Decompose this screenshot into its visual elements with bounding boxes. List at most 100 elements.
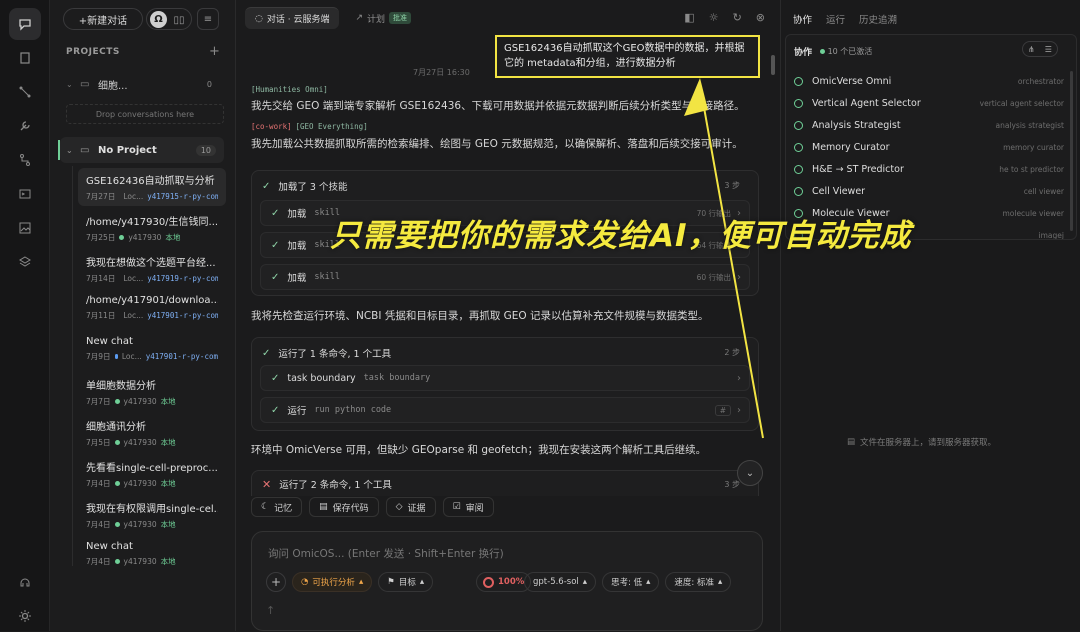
chat-icon[interactable] (9, 8, 41, 40)
mode-selector[interactable]: ◔ 可执行分析 ▴ (292, 572, 373, 592)
chevron-right-icon: › (737, 404, 741, 416)
new-chat-button[interactable]: +新建对话 (63, 8, 143, 30)
project-name: No Project (98, 144, 157, 156)
conversation-item[interactable]: 我现在有权限调用single-cel... 7月4日 y417930 本地 (78, 496, 226, 534)
agent-id: imagej (1038, 230, 1064, 240)
add-attachment-button[interactable]: + (266, 572, 286, 592)
add-project-icon[interactable]: + (209, 44, 220, 59)
conversation-item[interactable]: 细胞通讯分析 7月5日 y417930 本地 (78, 414, 226, 452)
close-icon[interactable]: ⊗ (756, 11, 765, 24)
agent-name: Vertical Agent Selector (812, 97, 921, 109)
tab-plan-label: 计划 (367, 14, 386, 25)
conversation-item[interactable]: /home/y417930/生信钱同... 7月25日 y417930 本地 (78, 209, 226, 247)
agent-status-icon (794, 186, 803, 196)
conversation-item[interactable]: 我现在想做这个选题平台经... 7月14日 Loc... y417919-r-py-… (78, 250, 226, 288)
conversation-item[interactable]: GSE162436自动抓取与分析 7月27日 Loc... y417915-r-py… (78, 168, 226, 206)
tool-row[interactable]: ✓ task boundary task boundary › (260, 365, 750, 391)
tab-run[interactable]: 运行 (826, 12, 845, 26)
tab-plan[interactable]: ↗ 计划 批准 (345, 7, 421, 29)
agent-item[interactable]: OmicVerse Omni orchestrator (794, 72, 1064, 90)
commands-card[interactable]: ✕ 运行了 2 条命令, 1 个工具 3 步 (251, 470, 759, 496)
settings-icon[interactable] (9, 600, 41, 632)
drop-zone[interactable]: Drop conversations here (66, 104, 224, 124)
omics-icon[interactable]: Ω (150, 11, 167, 28)
memory-button[interactable]: ☾ 记忆 (251, 497, 303, 517)
tab-collab[interactable]: 协作 (793, 12, 812, 26)
view-toggle[interactable]: Ω ▯▯ (146, 8, 192, 30)
message-input[interactable]: 询问 OmicOS... (Enter 发送 · Shift+Enter 换行) (268, 546, 504, 561)
conversation-title: GSE162436自动抓取与分析 (86, 176, 215, 187)
row-label: task boundary (287, 372, 356, 384)
agent-tag: [Humanities Omni] (251, 85, 328, 94)
wrench-icon[interactable] (9, 110, 41, 142)
project-no-project[interactable]: ⌄ ▭ No Project 10 (60, 137, 224, 163)
conversation-date: 7月11日 (86, 311, 116, 320)
agent-id: analysis strategist (995, 120, 1064, 130)
speed-label: 速度: 标准 (674, 578, 714, 588)
composer[interactable]: 询问 OmicOS... (Enter 发送 · Shift+Enter 换行)… (251, 531, 763, 631)
agent-item[interactable]: Memory Curator memory curator (794, 138, 1064, 156)
folder-icon: ▭ (80, 144, 90, 156)
send-arrow-icon[interactable]: ↑ (266, 604, 275, 617)
card-title: 运行了 1 条命令, 1 个工具 (278, 349, 392, 360)
conversation-item[interactable]: New chat 7月4日 y417930 本地 (78, 537, 226, 575)
agent-item[interactable]: Analysis Strategist analysis strategist (794, 116, 1064, 134)
branch-icon[interactable] (9, 144, 41, 176)
conversation-title: New chat (86, 541, 133, 552)
panel-title: 协作 (794, 48, 813, 58)
chat-scrollbar[interactable] (771, 55, 775, 75)
chevron-right-icon: › (737, 372, 741, 384)
save-code-button[interactable]: ▤ 保存代码 (309, 497, 379, 517)
project-group[interactable]: ⌄ ▭ 细胞... 0 (66, 73, 224, 95)
tool-row[interactable]: ✓ 运行 run python code # › (260, 397, 750, 423)
speed-selector[interactable]: 速度: 标准 ▴ (665, 572, 732, 592)
conversation-branch: 本地 (165, 233, 181, 242)
terminal-icon[interactable] (9, 178, 41, 210)
agent-list-scrollbar[interactable] (1070, 71, 1073, 231)
graph-icon[interactable] (9, 76, 41, 108)
tab-history[interactable]: 历史追溯 (859, 12, 897, 26)
headset-icon[interactable] (9, 566, 41, 598)
conversation-title: 细胞通讯分析 (86, 422, 146, 433)
message-text: 我将先检查运行环境、NCBI 凭据和目标目录，再抓取 GEO 记录以估算补充文件… (251, 310, 709, 322)
sun-icon[interactable]: ☼ (709, 11, 719, 24)
agent-item[interactable]: H&E → ST Predictor he to st predictor (794, 160, 1064, 178)
list-view-icon[interactable]: ☰ (1045, 45, 1052, 54)
filter-icon[interactable]: ≡ (197, 8, 219, 30)
think-selector[interactable]: 思考: 低 ▴ (602, 572, 660, 592)
context-usage[interactable]: 100% (476, 572, 532, 592)
mode-label: 可执行分析 (312, 578, 355, 588)
empty-text: 文件在服务器上，请到服务器获取。 (860, 438, 997, 448)
server-icon: ▤ (847, 437, 856, 447)
card-title: 加载了 3 个技能 (278, 182, 348, 193)
document-icon[interactable] (9, 42, 41, 74)
view-mode-toggle[interactable]: ⋔ ☰ (1022, 41, 1058, 57)
refresh-icon[interactable]: ↻ (733, 11, 742, 24)
conversation-item[interactable]: New chat 7月9日 Loc... y417901-r-py-com (78, 332, 226, 370)
graph-view-icon[interactable]: ⋔ (1028, 45, 1035, 54)
chat-icon: ◌ (255, 13, 263, 24)
layers-icon[interactable] (9, 246, 41, 278)
skill-row[interactable]: ✓ 加载 skill 60 行输出 › (260, 264, 750, 290)
conversation-item[interactable]: 先看看single-cell-preproc... 7月4日 y417930 本地 (78, 455, 226, 493)
evidence-button[interactable]: ◇ 证据 (385, 497, 436, 517)
model-selector[interactable]: gpt-5.6-sol ▴ (524, 572, 597, 592)
conversation-branch: y417919-r-py-com (147, 274, 218, 283)
image-icon[interactable] (9, 212, 41, 244)
scroll-down-button[interactable]: ⌄ (737, 460, 763, 486)
commands-card[interactable]: ✓ 运行了 1 条命令, 1 个工具 2 步 ✓ task boundary ta… (251, 337, 759, 431)
agent-id: orchestrator (1017, 76, 1064, 86)
target-selector[interactable]: ⚑ 目标 ▴ (378, 572, 434, 592)
book-icon[interactable]: ▯▯ (171, 12, 187, 28)
conversation-item[interactable]: 单细胞数据分析 7月7日 y417930 本地 (78, 373, 226, 411)
agent-item[interactable]: Cell Viewer cell viewer (794, 182, 1064, 200)
card-steps: 2 步 (724, 348, 740, 357)
model-label: gpt-5.6-sol (533, 577, 579, 587)
tab-bar: ◌ 对话 · 云服务端 ↗ 计划 批准 (245, 7, 421, 29)
tab-chat[interactable]: ◌ 对话 · 云服务端 (245, 7, 340, 29)
agent-item[interactable]: Vertical Agent Selector vertical agent se… (794, 94, 1064, 112)
conversation-item[interactable]: /home/y417901/downloa... 7月11日 Loc... y417… (78, 291, 226, 329)
review-button[interactable]: ☑ 审阅 (442, 497, 494, 517)
panel-toggle-icon[interactable]: ◧ (684, 11, 694, 24)
message-block: [Humanities Omni] 我先交给 GEO 端到端专家解析 GSE16… (251, 85, 761, 152)
